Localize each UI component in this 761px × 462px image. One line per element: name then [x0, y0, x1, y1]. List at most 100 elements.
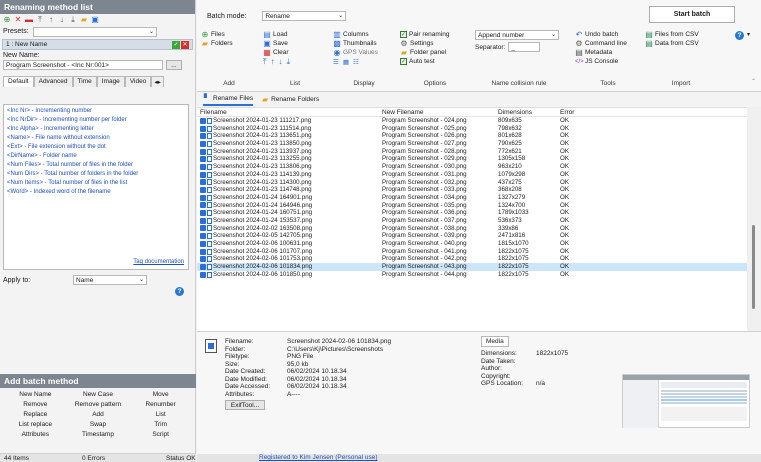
table-row[interactable]: Screenshot 2024-01-23 111514.png Program …: [197, 125, 747, 133]
col-error[interactable]: Error: [558, 108, 598, 116]
batch-list[interactable]: List: [129, 410, 192, 419]
help-icon[interactable]: ?: [735, 31, 744, 40]
list-load-button[interactable]: ▤ Load: [263, 30, 327, 39]
row-checkbox[interactable]: [200, 217, 206, 224]
batch-mode-dropdown[interactable]: Rename ⌄: [262, 11, 347, 21]
batch-remove-pattern[interactable]: Remove pattern: [67, 400, 130, 409]
close-icon[interactable]: ✕: [181, 40, 189, 49]
add-folders-button[interactable]: ▰ Folders: [201, 39, 257, 48]
move-down-icon[interactable]: ↓: [279, 57, 283, 66]
table-row[interactable]: Screenshot 2024-02-06 101753.png Program …: [197, 255, 747, 263]
separator-input[interactable]: _: [508, 42, 541, 52]
tab-media[interactable]: Media: [481, 336, 509, 347]
move-up-icon[interactable]: ↑: [271, 57, 275, 66]
table-row[interactable]: Screenshot 2024-01-23 114748.png Program …: [197, 186, 747, 194]
table-row[interactable]: Screenshot 2024-02-06 100631.png Program …: [197, 240, 747, 248]
row-checkbox[interactable]: [200, 202, 206, 209]
tag-picker-button[interactable]: ...: [166, 60, 182, 70]
row-checkbox[interactable]: [200, 179, 206, 186]
help-line[interactable]: <Inc Alpha> - Incrementing letter: [4, 125, 188, 134]
batch-attributes[interactable]: Attributes: [4, 430, 67, 439]
help-line[interactable]: <Word> - Indexed word of the filename: [4, 188, 188, 197]
settings-button[interactable]: ⚙ Settings: [400, 39, 470, 48]
tab-rename-folders[interactable]: ▰ Rename Folders: [261, 94, 319, 106]
tab-rename-files[interactable]: ▘ Rename Files: [203, 94, 254, 106]
help-line[interactable]: <Ext> - File extension without the dot: [4, 143, 188, 152]
command-line-button[interactable]: ⚙ Command line: [575, 39, 641, 48]
auto-test-toggle[interactable]: ✓ Auto test: [400, 57, 470, 66]
tab-video[interactable]: Video: [124, 76, 152, 87]
pair-renaming-toggle[interactable]: ✓ Pair renaming: [400, 30, 470, 39]
enabled-check-icon[interactable]: ✓: [172, 40, 180, 49]
help-line[interactable]: <Num Dirs> - Total number of folders in …: [4, 170, 188, 179]
table-row[interactable]: Screenshot 2024-01-23 114300.png Program …: [197, 179, 747, 187]
table-row[interactable]: Screenshot 2024-02-06 101707.png Program …: [197, 248, 747, 256]
grid-scrollbar[interactable]: [747, 107, 761, 331]
open-folder-icon[interactable]: ▰: [80, 16, 88, 24]
move-bottom-icon[interactable]: ⤓: [287, 57, 291, 67]
table-row[interactable]: Screenshot 2024-01-23 111217.png Program …: [197, 117, 747, 125]
row-checkbox[interactable]: [200, 248, 206, 255]
move-top-icon[interactable]: ⤒: [36, 16, 44, 24]
row-checkbox[interactable]: [200, 271, 206, 278]
table-row[interactable]: Screenshot 2024-01-23 113806.png Program …: [197, 163, 747, 171]
batch-trim[interactable]: Trim: [129, 420, 192, 429]
details-view-icon[interactable]: ☷: [353, 58, 359, 66]
table-row[interactable]: Screenshot 2024-01-23 113850.png Program …: [197, 140, 747, 148]
help-line[interactable]: <Inc Nr> - Incrementing number: [4, 105, 188, 116]
batch-list-replace[interactable]: List replace: [4, 420, 67, 429]
row-checkbox[interactable]: [200, 148, 206, 155]
table-row[interactable]: Screenshot 2024-01-24 164901.png Program …: [197, 194, 747, 202]
batch-add[interactable]: Add: [67, 410, 130, 419]
batch-remove[interactable]: Remove: [4, 400, 67, 409]
move-bottom-icon[interactable]: ⤓: [69, 16, 77, 24]
table-row[interactable]: Screenshot 2024-01-23 113651.png Program …: [197, 132, 747, 140]
col-dimensions[interactable]: Dimensions: [496, 108, 558, 116]
data-from-csv-button[interactable]: ▤ Data from CSV: [645, 39, 717, 48]
row-checkbox[interactable]: [200, 233, 206, 240]
row-checkbox[interactable]: [200, 125, 206, 132]
list-view-icon[interactable]: ☰: [333, 58, 339, 66]
folder-panel-toggle[interactable]: ▰ Folder panel: [400, 48, 470, 57]
exiftool-button[interactable]: ExifTool...: [225, 400, 265, 410]
table-row[interactable]: Screenshot 2024-02-02 163508.png Program …: [197, 225, 747, 233]
add-icon[interactable]: ⊕: [3, 16, 11, 24]
batch-new-name[interactable]: New Name: [4, 390, 67, 399]
display-thumbnails-button[interactable]: ▩ Thumbnails: [333, 39, 395, 48]
collision-dropdown[interactable]: Append number ⌄: [475, 30, 559, 40]
batch-replace[interactable]: Replace: [4, 410, 67, 419]
col-new-filename[interactable]: New Filename: [380, 108, 496, 116]
row-checkbox[interactable]: [200, 225, 206, 232]
batch-swap[interactable]: Swap: [67, 420, 130, 429]
tab-image[interactable]: Image: [96, 76, 125, 87]
new-name-input[interactable]: Program Screenshot - <Inc Nr:001>: [3, 60, 163, 70]
table-row[interactable]: Screenshot 2024-01-24 160751.png Program …: [197, 209, 747, 217]
row-checkbox[interactable]: [200, 263, 206, 270]
tab-scroll-arrows[interactable]: ◂▸: [151, 76, 164, 87]
undo-batch-button[interactable]: ↶ Undo batch: [575, 30, 641, 39]
collapse-ribbon-icon[interactable]: ⌃: [751, 78, 756, 85]
row-checkbox[interactable]: [200, 133, 206, 140]
row-checkbox[interactable]: [200, 210, 206, 217]
add-files-button[interactable]: ⊕ Files: [201, 30, 257, 39]
help-line[interactable]: <Name> - File name without extension: [4, 134, 188, 143]
table-row[interactable]: Screenshot 2024-02-05 142705.png Program …: [197, 232, 747, 240]
metadata-button[interactable]: ▤ Metadata: [575, 48, 641, 57]
batch-renumber[interactable]: Renumber: [129, 400, 192, 409]
display-columns-button[interactable]: ▥ Columns: [333, 30, 395, 39]
list-clear-button[interactable]: ▦ Clear: [263, 48, 327, 57]
help-line[interactable]: <DirName> - Folder name: [4, 152, 188, 161]
grid-view-icon[interactable]: ▦: [343, 58, 349, 66]
js-console-button[interactable]: </> JS Console: [575, 57, 641, 66]
row-checkbox[interactable]: [200, 187, 206, 194]
help-line[interactable]: <Num Items> - Total number of files in t…: [4, 179, 188, 188]
remove-all-icon[interactable]: ▬: [25, 16, 33, 24]
move-down-icon[interactable]: ↓: [58, 16, 66, 24]
row-checkbox[interactable]: [200, 117, 206, 124]
files-from-csv-button[interactable]: ▤ Files from CSV: [645, 30, 717, 39]
table-row[interactable]: Screenshot 2024-01-24 164946.png Program …: [197, 202, 747, 210]
table-row[interactable]: Screenshot 2024-02-06 101850.png Program …: [197, 271, 747, 279]
apply-to-dropdown[interactable]: Name ⌄: [73, 275, 147, 285]
tab-advanced[interactable]: Advanced: [33, 76, 73, 87]
move-top-icon[interactable]: ⤒: [263, 57, 267, 67]
